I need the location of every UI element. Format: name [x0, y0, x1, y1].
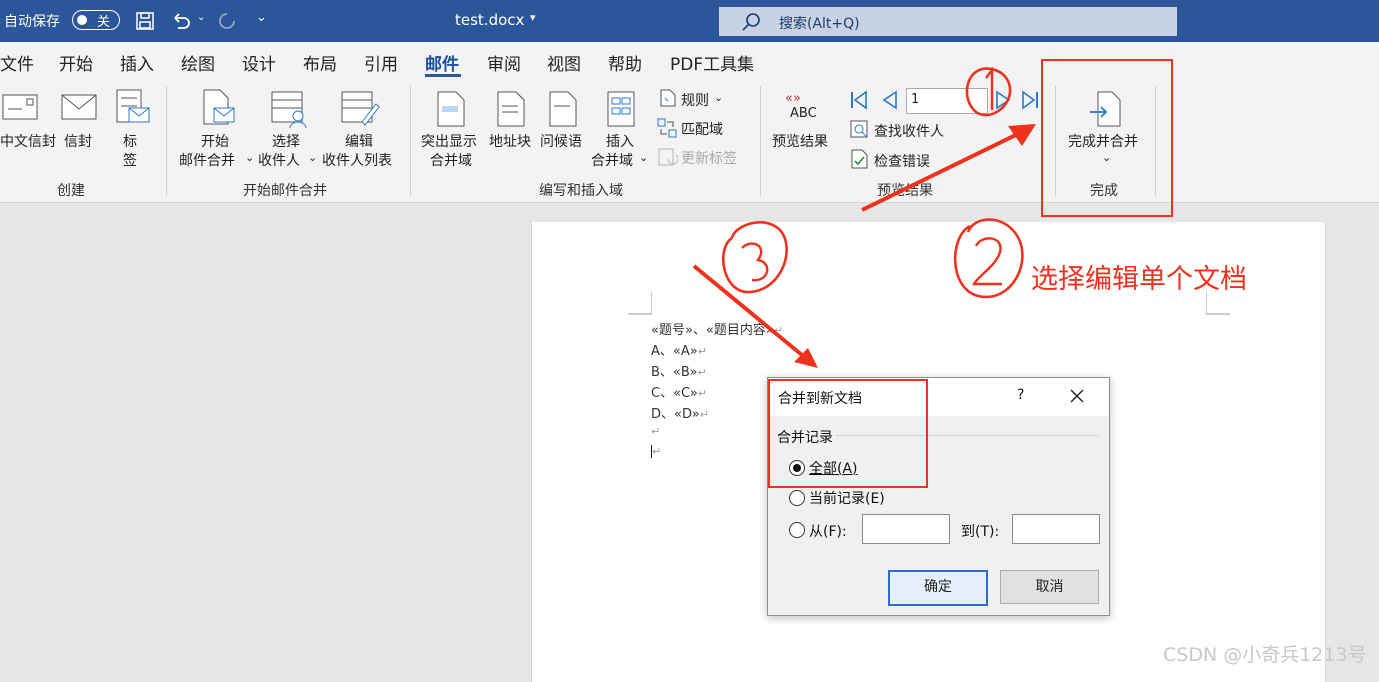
insert-field-label-2[interactable]: 合并域	[591, 150, 633, 170]
group-label-start-merge: 开始邮件合并	[243, 183, 327, 199]
start-merge-dropdown-icon[interactable]: ⌄	[245, 151, 254, 164]
insert-field-dropdown-icon[interactable]: ⌄	[639, 151, 648, 164]
autosave-state: 关	[97, 15, 111, 30]
ribbon-separator	[166, 86, 167, 196]
save-icon[interactable]	[135, 11, 155, 31]
autosave-label: 自动保存	[4, 14, 60, 30]
group-label-create: 创建	[57, 183, 85, 199]
group-label-write-insert: 编写和插入域	[539, 183, 623, 199]
doc-line: C、«C»↵	[651, 382, 707, 401]
to-label: 到(T):	[961, 524, 1000, 540]
select-recipients-dropdown-icon[interactable]: ⌄	[308, 151, 317, 164]
radio-current-record[interactable]	[789, 490, 805, 506]
labels-label-1[interactable]: 标	[123, 131, 137, 151]
undo-dropdown-icon[interactable]: ⌄	[197, 12, 205, 23]
rules-icon[interactable]	[659, 89, 677, 107]
start-mail-merge-icon[interactable]	[200, 88, 236, 132]
doc-cursor-line: ↵	[651, 444, 662, 459]
select-recipients-label-1[interactable]: 选择	[272, 131, 300, 151]
edit-list-label-2[interactable]: 收件人列表	[322, 150, 392, 170]
envelope-icon[interactable]	[61, 92, 97, 122]
title-dropdown-icon[interactable]: ▾	[530, 11, 536, 24]
labels-label-2[interactable]: 签	[123, 150, 137, 170]
doc-line: D、«D»↵	[651, 403, 709, 422]
paragraph-mark: ↵	[651, 425, 661, 438]
select-recipients-label-2[interactable]: 收件人	[258, 150, 300, 170]
search-icon	[742, 13, 760, 31]
tab-references[interactable]: 引用	[364, 50, 398, 75]
chinese-envelope-icon[interactable]	[2, 92, 38, 122]
envelope-label[interactable]: 信封	[64, 131, 92, 151]
title-bar: 自动保存 关 ⌄ ⌄ test.docx ▾ 搜索(Alt+Q)	[0, 0, 1379, 42]
margin-corner-marker	[628, 292, 652, 315]
watermark: CSDN @小奇兵1213号	[1163, 644, 1367, 666]
greeting-line-icon[interactable]	[548, 90, 578, 128]
tab-layout[interactable]: 布局	[303, 50, 337, 75]
edit-list-label-1[interactable]: 编辑	[345, 131, 373, 151]
dialog-help-button[interactable]: ?	[1017, 387, 1024, 403]
annotation-circle-2	[953, 218, 1024, 299]
address-block-label[interactable]: 地址块	[489, 131, 531, 151]
customize-toolbar-icon[interactable]: ⌄	[256, 10, 267, 25]
annotation-note: 选择编辑单个文档	[1031, 264, 1247, 295]
annotation-arrows	[692, 66, 1036, 368]
ok-button[interactable]: 确定	[888, 570, 988, 606]
start-merge-label-2[interactable]: 邮件合并	[179, 150, 235, 170]
ribbon-separator	[410, 86, 411, 196]
edit-recipient-list-icon[interactable]	[340, 88, 380, 132]
radio-from-label[interactable]: 从(F):	[809, 521, 847, 541]
doc-line-text: C、«C»	[651, 386, 698, 401]
chinese-envelope-label[interactable]: 中文信封	[0, 131, 56, 151]
insert-merge-field-icon[interactable]	[606, 90, 636, 128]
tab-file[interactable]: 文件	[0, 50, 34, 75]
active-tab-indicator	[425, 74, 461, 77]
undo-icon[interactable]	[170, 10, 192, 32]
document-title: test.docx	[455, 11, 525, 29]
text-cursor: ↵	[651, 445, 662, 458]
doc-line-text: D、«D»	[651, 407, 700, 422]
paragraph-mark: ↵	[697, 387, 708, 400]
paragraph-mark: ↵	[699, 408, 709, 421]
labels-icon[interactable]	[115, 88, 151, 132]
tab-review[interactable]: 审阅	[487, 50, 521, 75]
tab-insert[interactable]: 插入	[120, 50, 154, 75]
tab-design[interactable]: 设计	[242, 50, 276, 75]
tab-home[interactable]: 开始	[59, 50, 93, 75]
search-box[interactable]: 搜索(Alt+Q)	[719, 7, 1177, 36]
close-icon[interactable]	[1070, 389, 1084, 403]
update-labels-icon	[658, 148, 678, 166]
cancel-button[interactable]: 取消	[1000, 570, 1099, 604]
to-input[interactable]	[1012, 514, 1100, 544]
tab-mailings[interactable]: 邮件	[425, 50, 459, 75]
greeting-line-label[interactable]: 问候语	[540, 131, 582, 151]
tab-draw[interactable]: 绘图	[181, 50, 215, 75]
radio-from[interactable]	[789, 522, 805, 538]
insert-field-label-1[interactable]: 插入	[606, 131, 634, 151]
autosave-toggle[interactable]: 关	[72, 10, 120, 30]
address-block-icon[interactable]	[496, 90, 526, 128]
toggle-knob-icon	[77, 15, 87, 25]
match-fields-icon[interactable]	[657, 118, 677, 138]
highlight-label-2[interactable]: 合并域	[430, 150, 472, 170]
highlight-label-1[interactable]: 突出显示	[421, 131, 477, 151]
doc-empty-line: ↵	[651, 424, 660, 439]
tab-view[interactable]: 视图	[547, 50, 581, 75]
start-merge-label-1[interactable]: 开始	[201, 131, 229, 151]
tab-help[interactable]: 帮助	[608, 50, 642, 75]
select-recipients-icon[interactable]	[270, 88, 310, 132]
radio-current-label[interactable]: 当前记录(E)	[809, 488, 885, 508]
from-input[interactable]	[862, 514, 950, 544]
highlight-fields-icon[interactable]	[436, 90, 466, 128]
search-placeholder: 搜索(Alt+Q)	[779, 16, 860, 32]
redo-icon	[219, 13, 235, 29]
annotation-box-merge-records	[768, 379, 928, 488]
